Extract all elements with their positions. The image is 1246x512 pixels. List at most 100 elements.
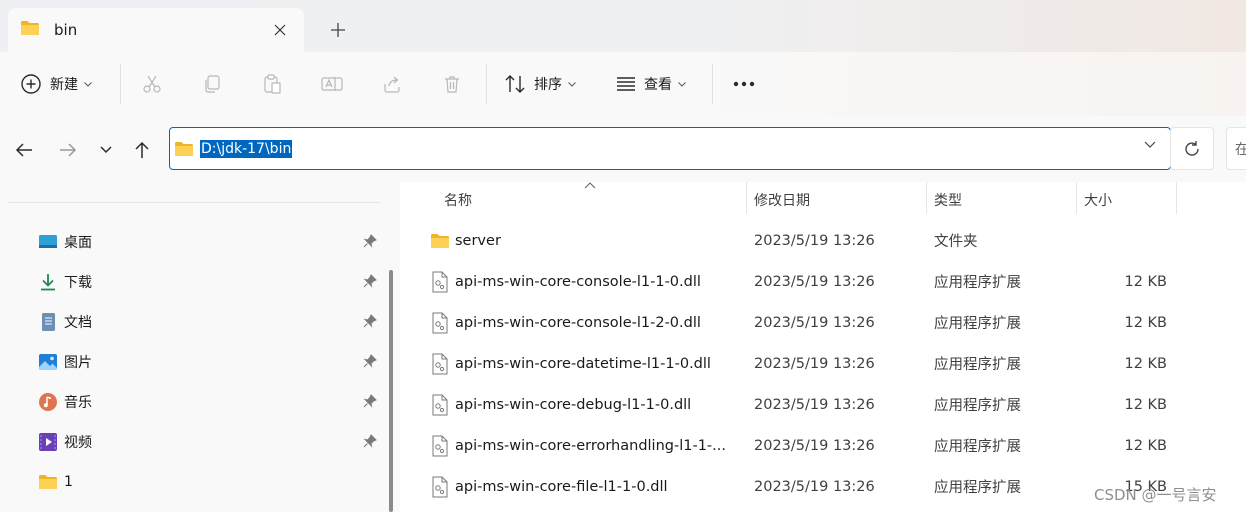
file-name-cell: api-ms-win-core-datetime-l1-1-0.dll bbox=[430, 343, 746, 384]
new-tab-button[interactable] bbox=[326, 18, 350, 42]
sidebar-item-label: 图片 bbox=[64, 355, 92, 371]
sidebar-item-videos[interactable]: 视频 bbox=[38, 426, 383, 458]
file-size: 12 KB bbox=[1124, 437, 1167, 454]
sidebar-item-label: 桌面 bbox=[64, 235, 92, 251]
chevron-down-icon bbox=[678, 81, 686, 87]
add-circle-icon bbox=[21, 74, 41, 94]
tab-title: bin bbox=[54, 21, 78, 39]
desktop-icon bbox=[39, 235, 57, 248]
file-name: api-ms-win-core-file-l1-1-0.dll bbox=[455, 478, 668, 495]
toolbar-divider bbox=[120, 64, 121, 104]
chevron-down-icon[interactable] bbox=[1144, 141, 1156, 149]
music-icon bbox=[39, 393, 57, 411]
column-header-size[interactable]: 大小 bbox=[1084, 182, 1112, 218]
recent-locations-chevron-icon[interactable] bbox=[94, 138, 118, 162]
back-arrow-icon[interactable] bbox=[12, 138, 36, 162]
sidebar-scrollbar[interactable] bbox=[384, 182, 400, 512]
file-name-cell: api-ms-win-core-errorhandling-l1-1-... bbox=[430, 425, 746, 466]
file-name: api-ms-win-core-debug-l1-1-0.dll bbox=[455, 396, 692, 413]
column-divider[interactable] bbox=[926, 182, 927, 214]
table-row[interactable]: api-ms-win-core-console-l1-1-0.dll 2023/… bbox=[400, 261, 1246, 302]
file-modified: 2023/5/19 13:26 bbox=[754, 355, 875, 372]
pin-icon[interactable] bbox=[363, 234, 377, 248]
pin-icon[interactable] bbox=[363, 314, 377, 328]
sort-button[interactable]: 排序 bbox=[504, 66, 576, 102]
paste-icon[interactable] bbox=[260, 72, 284, 96]
folder-icon bbox=[431, 233, 449, 248]
sidebar-item-downloads[interactable]: 下载 bbox=[38, 266, 383, 298]
address-bar[interactable]: D:\jdk-17\bin bbox=[169, 127, 1171, 170]
sidebar-item-music[interactable]: 音乐 bbox=[38, 386, 383, 418]
column-divider[interactable] bbox=[1176, 182, 1177, 214]
sort-ascending-icon bbox=[584, 182, 596, 189]
cut-icon[interactable] bbox=[140, 72, 164, 96]
sidebar-item-documents[interactable]: 文档 bbox=[38, 306, 383, 338]
more-options-icon[interactable] bbox=[732, 72, 756, 96]
toolbar-divider bbox=[712, 64, 713, 104]
column-divider[interactable] bbox=[1076, 182, 1077, 214]
documents-icon bbox=[42, 313, 55, 331]
folder-icon bbox=[39, 475, 57, 489]
table-row[interactable]: api-ms-win-core-datetime-l1-1-0.dll 2023… bbox=[400, 343, 1246, 384]
sidebar-divider bbox=[8, 202, 380, 203]
table-row[interactable]: api-ms-win-core-errorhandling-l1-1-... 2… bbox=[400, 425, 1246, 466]
file-type: 应用程序扩展 bbox=[934, 398, 1021, 414]
scrollbar-thumb[interactable] bbox=[389, 270, 393, 512]
delete-icon[interactable] bbox=[440, 72, 464, 96]
column-header-name[interactable]: 名称 bbox=[444, 182, 472, 218]
new-button[interactable]: 新建 bbox=[20, 66, 92, 102]
file-modified: 2023/5/19 13:26 bbox=[754, 314, 875, 331]
view-button[interactable]: 查看 bbox=[616, 66, 686, 102]
file-size: 12 KB bbox=[1124, 355, 1167, 372]
forward-arrow-icon[interactable] bbox=[56, 138, 80, 162]
view-icon bbox=[617, 77, 635, 91]
tab-bin[interactable]: bin bbox=[8, 8, 304, 52]
close-icon[interactable] bbox=[270, 20, 290, 40]
file-type: 应用程序扩展 bbox=[934, 357, 1021, 373]
sidebar-item-label: 下载 bbox=[64, 275, 92, 291]
column-header-type[interactable]: 类型 bbox=[934, 182, 962, 218]
file-name-cell: server bbox=[430, 220, 746, 261]
column-divider[interactable] bbox=[746, 182, 747, 214]
download-icon bbox=[41, 274, 55, 291]
up-arrow-icon[interactable] bbox=[130, 138, 154, 162]
pin-icon[interactable] bbox=[363, 354, 377, 368]
sidebar-item-folder-1[interactable]: 1 bbox=[38, 466, 383, 498]
file-name: api-ms-win-core-datetime-l1-1-0.dll bbox=[455, 355, 711, 372]
rename-icon[interactable] bbox=[320, 72, 344, 96]
file-name: server bbox=[455, 232, 501, 249]
table-row[interactable]: api-ms-win-core-debug-l1-1-0.dll 2023/5/… bbox=[400, 384, 1246, 425]
file-type: 应用程序扩展 bbox=[934, 316, 1021, 332]
folder-icon bbox=[20, 20, 40, 40]
sidebar-item-desktop[interactable]: 桌面 bbox=[38, 226, 383, 258]
search-input[interactable]: 在 bbox=[1226, 127, 1246, 170]
dll-file-icon bbox=[432, 271, 448, 292]
dll-file-icon bbox=[432, 476, 448, 497]
table-row[interactable]: server 2023/5/19 13:26 文件夹 bbox=[400, 220, 1246, 261]
column-header-modified[interactable]: 修改日期 bbox=[754, 182, 810, 218]
sidebar-item-label: 音乐 bbox=[64, 395, 92, 411]
dll-file-icon bbox=[432, 353, 448, 374]
file-size: 12 KB bbox=[1124, 273, 1167, 290]
pictures-icon bbox=[39, 354, 57, 370]
file-modified: 2023/5/19 13:26 bbox=[754, 478, 875, 495]
address-path[interactable]: D:\jdk-17\bin bbox=[200, 139, 293, 158]
file-name: api-ms-win-core-console-l1-2-0.dll bbox=[455, 314, 701, 331]
pin-icon[interactable] bbox=[363, 394, 377, 408]
sidebar-item-pictures[interactable]: 图片 bbox=[38, 346, 383, 378]
file-modified: 2023/5/19 13:26 bbox=[754, 232, 875, 249]
dll-file-icon bbox=[432, 435, 448, 456]
file-name-cell: api-ms-win-core-console-l1-1-0.dll bbox=[430, 261, 746, 302]
table-row[interactable]: api-ms-win-core-console-l1-2-0.dll 2023/… bbox=[400, 302, 1246, 343]
copy-icon[interactable] bbox=[200, 72, 224, 96]
pin-icon[interactable] bbox=[363, 274, 377, 288]
file-size: 12 KB bbox=[1124, 396, 1167, 413]
pin-icon[interactable] bbox=[363, 434, 377, 448]
videos-icon bbox=[39, 433, 57, 451]
file-type: 文件夹 bbox=[934, 234, 978, 250]
refresh-button[interactable] bbox=[1170, 127, 1214, 170]
sort-icon bbox=[505, 75, 525, 93]
file-name: api-ms-win-core-errorhandling-l1-1-... bbox=[455, 437, 726, 454]
sidebar-item-label: 文档 bbox=[64, 315, 92, 331]
share-icon[interactable] bbox=[380, 72, 404, 96]
